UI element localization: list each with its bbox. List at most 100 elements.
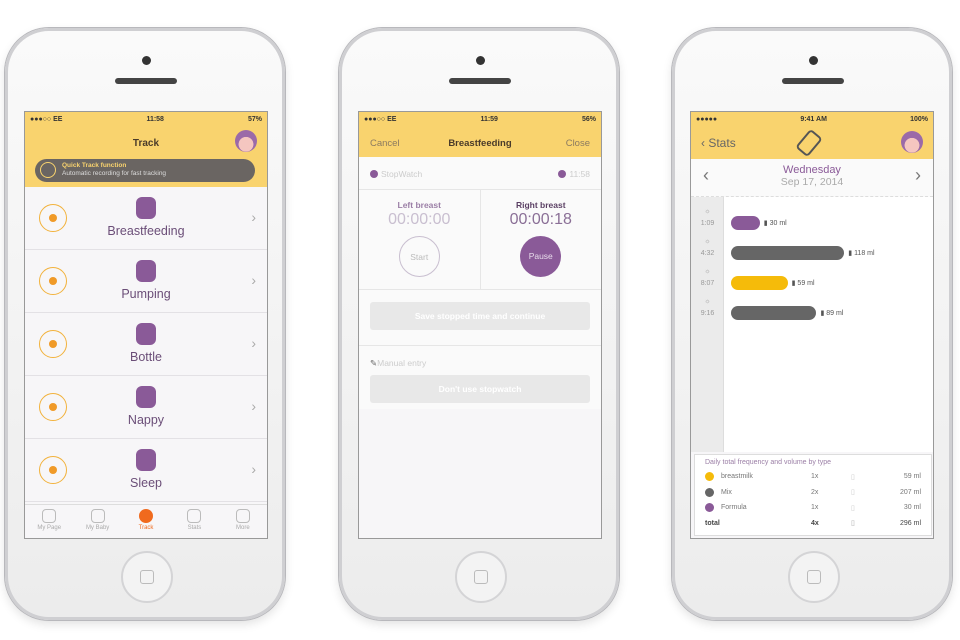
status-bar: ●●●○○ EE 11:59 56%: [359, 112, 601, 127]
nappy-icon: [136, 386, 156, 408]
camera: [142, 56, 151, 65]
header: Track Quick Track function Automatic reco…: [25, 127, 267, 187]
bottle-icon: [136, 323, 156, 345]
clock: 11:58: [146, 116, 164, 123]
sun-icon: ☼: [704, 208, 711, 215]
chevron-right-icon: ›: [251, 335, 256, 351]
volume-label: 89 ml: [826, 310, 844, 317]
stopwatch-icon: [40, 162, 56, 178]
feed-volume: ▮ 59 ml: [791, 280, 815, 287]
volume: 207 ml: [899, 488, 921, 496]
tab-icon: [139, 509, 154, 523]
carrier: ●●●○○ EE: [364, 116, 397, 123]
start-time: 11:58: [569, 169, 590, 179]
summary-row: breastmilk 1x ▯ 59 ml: [705, 469, 921, 485]
feed-bar[interactable]: [731, 276, 788, 290]
close-button[interactable]: Close: [566, 138, 590, 149]
speaker: [782, 78, 844, 84]
tab-label: Stats: [187, 525, 202, 531]
tab-my-page[interactable]: My Page: [25, 505, 73, 538]
tab-icon: [235, 509, 250, 523]
tab-track[interactable]: Track: [122, 505, 170, 538]
item-label: Breastfeeding: [107, 224, 185, 238]
right-time: 00:00:18: [509, 211, 572, 228]
clock-icon: [558, 170, 567, 178]
bottle-icon: [795, 128, 823, 158]
camera: [476, 56, 485, 65]
day-label: Wednesday: [783, 164, 841, 176]
feed-bar[interactable]: [731, 246, 845, 260]
feed-bar[interactable]: [731, 216, 760, 230]
quick-track-banner[interactable]: Quick Track function Automatic recording …: [35, 159, 255, 182]
breastfeeding-icon: [136, 197, 156, 219]
back-label: Stats: [708, 136, 736, 150]
start-button[interactable]: Start: [398, 236, 440, 277]
item-label: Bottle: [130, 350, 162, 364]
timers: Left breast 00:00:00 Start Right breast 00:…: [359, 190, 601, 290]
volume: 30 ml: [903, 504, 921, 512]
prev-day-button[interactable]: ‹: [703, 165, 709, 186]
track-item-nappy[interactable]: Nappy ›: [25, 376, 267, 439]
track-item-sleep[interactable]: Sleep ›: [25, 439, 267, 502]
stopwatch-row: StopWatch 11:58: [359, 157, 601, 190]
clock: 11:59: [480, 116, 498, 123]
type-color-dot: [705, 503, 714, 513]
stopwatch-label: StopWatch: [381, 169, 423, 179]
status-bar: ●●●●● 9:41 AM 100%: [691, 112, 933, 127]
frequency: 4x: [811, 519, 819, 527]
carrier: ●●●○○ EE: [30, 116, 63, 123]
volume: 59 ml: [903, 473, 921, 481]
page-title: Breastfeeding: [448, 138, 512, 149]
track-item-breastfeeding[interactable]: Breastfeeding ›: [25, 187, 267, 250]
nav-bar: Cancel Breastfeeding Close: [359, 127, 601, 157]
avatar[interactable]: [901, 131, 923, 153]
tab-more[interactable]: More: [219, 505, 267, 538]
next-day-button[interactable]: ›: [915, 165, 921, 186]
feed-bar[interactable]: [731, 306, 817, 320]
carrier: ●●●●●: [696, 116, 718, 123]
bottle-icon: ▯: [851, 504, 855, 512]
breastfeeding-screen: ●●●○○ EE 11:59 56% Cancel Breastfeeding Cl…: [358, 111, 602, 539]
sun-icon: ☼: [704, 298, 711, 305]
feed-timeline: ☼ 1:09 ▮ 30 ml ☼ 4:32 ▮ 118 ml ☼ 8:07 ▮ 59 ml ☼ 9:…: [691, 197, 933, 452]
type-color-dot: [705, 487, 714, 497]
left-label: Left breast: [397, 200, 441, 210]
tab-label: More: [235, 525, 250, 531]
feed-time: 9:16: [700, 310, 715, 317]
chevron-right-icon: ›: [251, 398, 256, 414]
chevron-right-icon: ›: [251, 272, 256, 288]
frequency: 2x: [811, 488, 819, 496]
tab-label: Track: [138, 525, 154, 531]
phone-breastfeeding: ●●●○○ EE 11:59 56% Cancel Breastfeeding Cl…: [339, 28, 619, 620]
save-continue-button[interactable]: Save stopped time and continue: [370, 302, 590, 330]
moon-icon: [136, 449, 156, 471]
item-label: Nappy: [127, 413, 165, 427]
home-button[interactable]: [788, 551, 840, 603]
tab-my-baby[interactable]: My Baby: [73, 505, 121, 538]
feed-time: 1:09: [700, 220, 715, 227]
home-button[interactable]: [455, 551, 507, 603]
sun-icon: ☼: [704, 268, 711, 275]
dont-use-stopwatch-button[interactable]: Don't use stopwatch: [370, 375, 590, 403]
track-item-bottle[interactable]: Bottle ›: [25, 313, 267, 376]
tab-bar: My Page My Baby Track Stats More: [25, 504, 267, 538]
tab-icon: [90, 509, 105, 523]
home-button[interactable]: [121, 551, 173, 603]
battery: 100%: [910, 116, 928, 123]
date-label: Sep 17, 2014: [780, 176, 844, 188]
pause-button[interactable]: Pause: [520, 236, 562, 277]
battery: 57%: [247, 116, 262, 123]
bottle-icon: ▯: [851, 473, 855, 481]
stats-screen: ●●●●● 9:41 AM 100% ‹ Stats ‹ Wednesday Se…: [690, 111, 934, 539]
page-title: Track: [132, 138, 160, 149]
avatar[interactable]: [235, 130, 257, 152]
manual-entry-label[interactable]: Manual entry: [377, 358, 426, 368]
phone-stats: ●●●●● 9:41 AM 100% ‹ Stats ‹ Wednesday Se…: [672, 28, 952, 620]
tab-label: My Baby: [85, 525, 110, 531]
tab-stats[interactable]: Stats: [170, 505, 218, 538]
track-item-pumping[interactable]: Pumping ›: [25, 250, 267, 313]
feed-time: 8:07: [700, 280, 715, 287]
chevron-right-icon: ›: [251, 209, 256, 225]
summary-row: Mix 2x ▯ 207 ml: [705, 485, 921, 501]
back-button[interactable]: ‹ Stats: [701, 136, 736, 150]
